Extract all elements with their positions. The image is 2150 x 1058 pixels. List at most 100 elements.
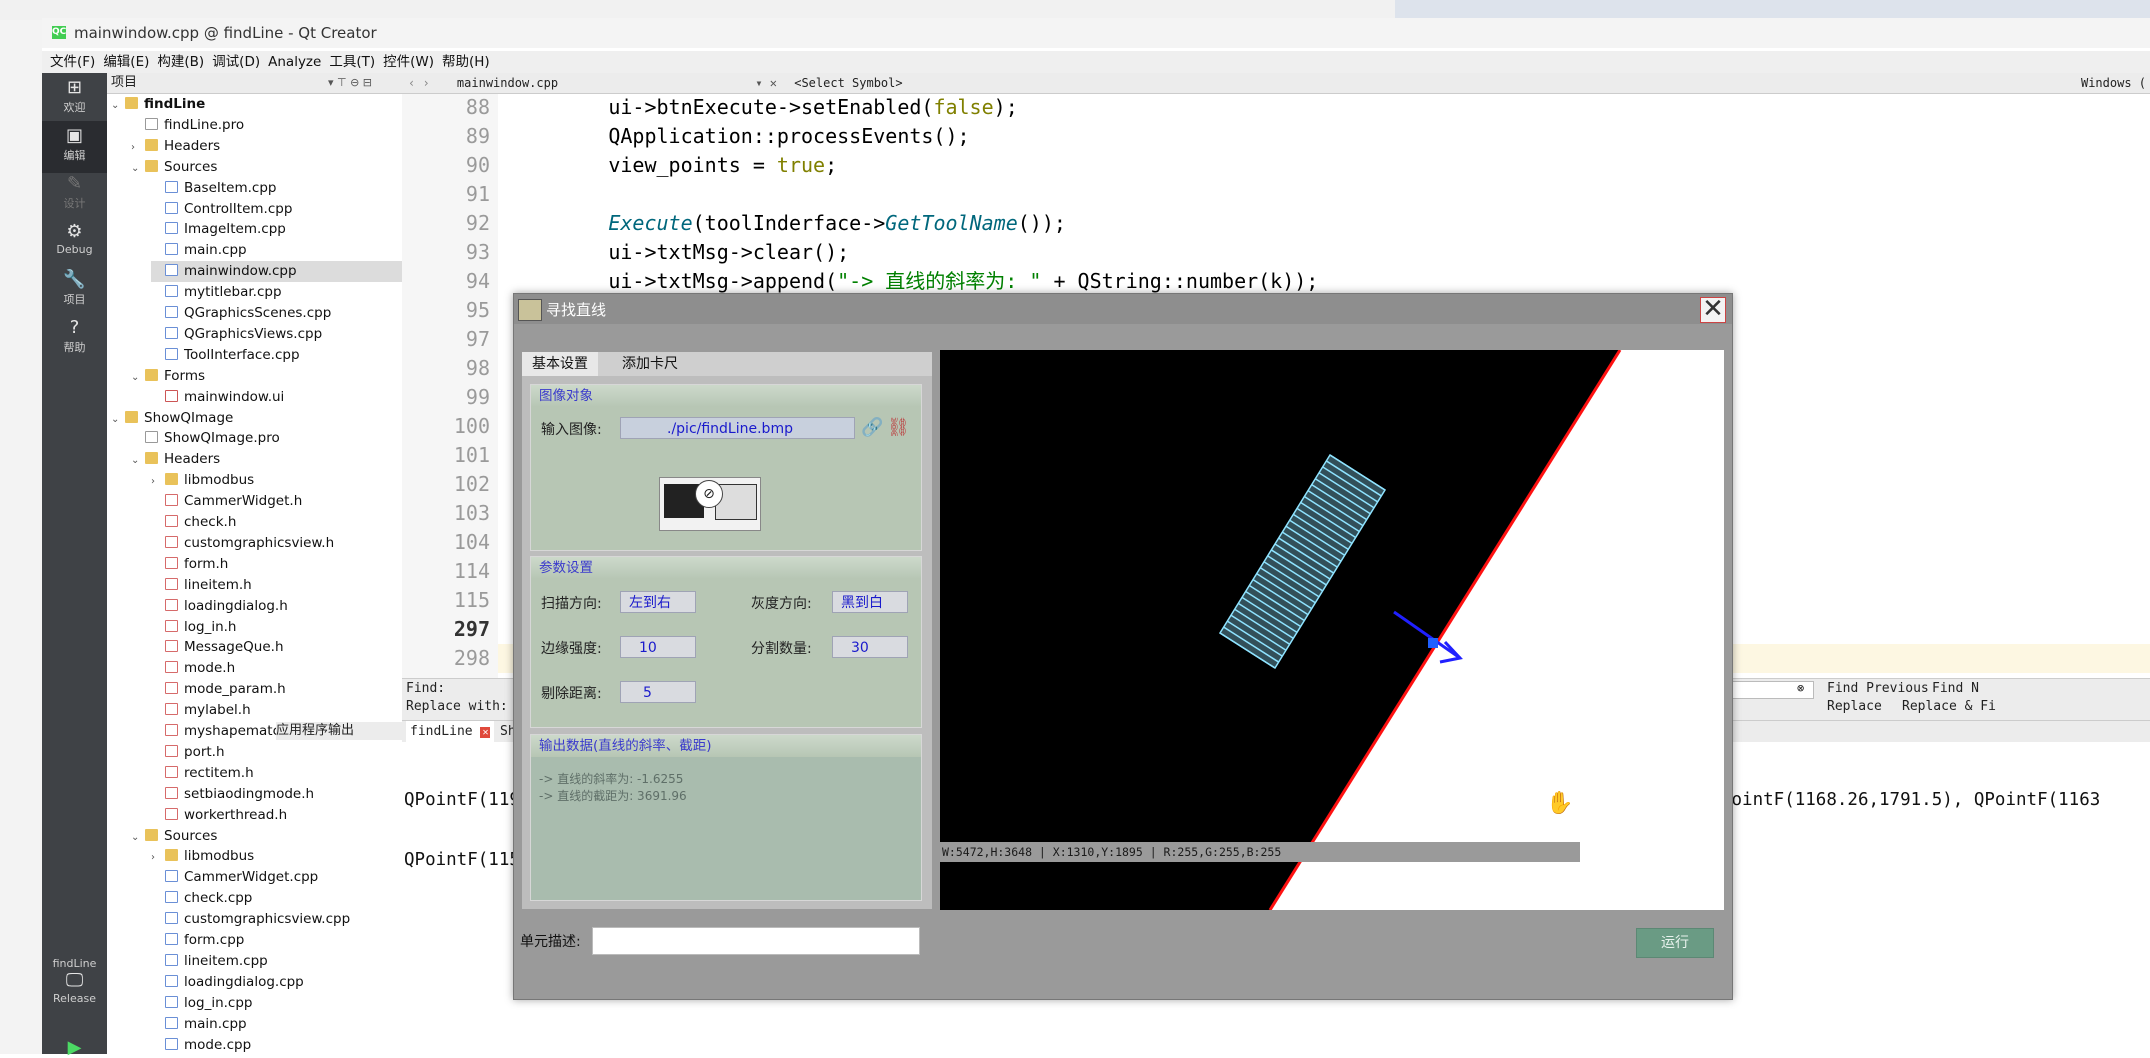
tree-item[interactable]: check.cpp — [151, 888, 402, 909]
tree-item[interactable]: ToolInterface.cpp — [151, 345, 402, 366]
mode-welcome[interactable]: ⊞ 欢迎 — [42, 73, 107, 125]
symbol-selector[interactable]: <Select Symbol> — [794, 76, 902, 90]
tree-item[interactable]: ⌄ findLine — [111, 94, 402, 115]
menu-item[interactable]: Analyze — [268, 51, 321, 73]
white-region — [1270, 350, 1724, 910]
mode-help[interactable]: ? 帮助 — [42, 313, 107, 365]
input-image-field[interactable]: ./pic/findLine.bmp — [620, 417, 855, 439]
tree-item[interactable]: loadingdialog.h — [151, 596, 402, 617]
clear-icon[interactable]: ⊗ — [1797, 681, 1804, 695]
tree-item[interactable]: CammerWidget.h — [151, 491, 402, 512]
nav-back-icon[interactable]: ‹ › — [408, 76, 430, 90]
unlink-icon[interactable]: ⛓ — [887, 417, 910, 438]
tree-item[interactable]: › Headers — [131, 136, 402, 157]
tree-item[interactable]: check.h — [151, 512, 402, 533]
tree-item[interactable]: ⌄ Sources — [131, 826, 402, 847]
output-tab-findline[interactable]: findLine ✕ — [406, 721, 495, 742]
expand-arrow-icon[interactable]: › — [151, 471, 165, 492]
kit-selector[interactable]: findLine 🖵 Release — [42, 957, 107, 1037]
link-icon[interactable]: 🔗 — [861, 417, 883, 438]
expand-arrow-icon[interactable]: ⌄ — [131, 450, 145, 471]
tree-item-label: check.h — [184, 514, 237, 530]
tree-item[interactable]: ImageItem.cpp — [151, 219, 402, 240]
menu-item[interactable]: 工具(T) — [329, 51, 375, 73]
tree-item[interactable]: lineitem.cpp — [151, 951, 402, 972]
expand-arrow-icon[interactable]: › — [151, 847, 165, 868]
tree-item[interactable]: QGraphicsViews.cpp — [151, 324, 402, 345]
expand-arrow-icon[interactable]: ⌄ — [131, 367, 145, 388]
tree-item[interactable]: customgraphicsview.h — [151, 533, 402, 554]
menu-item[interactable]: 文件(F) — [50, 51, 95, 73]
tree-item[interactable]: mode.cpp — [151, 1035, 402, 1055]
tree-item[interactable]: port.h — [151, 742, 402, 763]
run-button[interactable]: 运行 — [1636, 928, 1714, 958]
menu-item[interactable]: 编辑(E) — [103, 51, 149, 73]
close-icon[interactable]: ✕ — [1700, 296, 1726, 323]
edge-strength-spinbox[interactable]: 10 — [620, 636, 696, 658]
filter-icon[interactable]: ▾ ⊤ ⊖ ⊟ — [328, 73, 372, 93]
close-file-icon[interactable]: ▾ ✕ — [755, 76, 777, 90]
tree-item[interactable]: main.cpp — [151, 240, 402, 261]
expand-arrow-icon[interactable]: ⌄ — [131, 827, 145, 848]
replace-button[interactable]: Replace — [1827, 699, 1882, 714]
tree-item[interactable]: QGraphicsScenes.cpp — [151, 303, 402, 324]
expand-arrow-icon[interactable]: ⌄ — [131, 158, 145, 179]
image-view[interactable]: ✋ W:5472,H:3648 | X:1310,Y:1895 | R:255,… — [940, 350, 1724, 910]
tree-item[interactable]: MessageQue.h — [151, 637, 402, 658]
menu-item[interactable]: 调试(D) — [212, 51, 260, 73]
mode-debug[interactable]: ⚙ Debug — [42, 217, 107, 269]
tree-item[interactable]: ShowQImage.pro — [131, 428, 402, 449]
file-selector[interactable]: mainwindow.cpp — [457, 76, 558, 90]
tree-item[interactable]: findLine.pro — [131, 115, 402, 136]
tree-item[interactable]: form.h — [151, 554, 402, 575]
line-ending-selector[interactable]: Windows ( — [2081, 73, 2146, 93]
remove-distance-spinbox[interactable]: 5 — [620, 681, 696, 703]
tree-item[interactable]: ⌄ Sources — [131, 157, 402, 178]
tree-item[interactable]: mode.h — [151, 658, 402, 679]
tree-item[interactable]: ⌄ Forms — [131, 366, 402, 387]
split-count-spinbox[interactable]: 30 — [832, 636, 908, 658]
tab-basic-settings[interactable]: 基本设置 — [522, 352, 598, 376]
tree-item[interactable]: main.cpp — [151, 1014, 402, 1035]
run-icon[interactable]: ▶ — [42, 1037, 107, 1058]
tree-item[interactable]: mytitlebar.cpp — [151, 282, 402, 303]
caliper-handle[interactable] — [1428, 638, 1438, 648]
tree-item[interactable]: BaseItem.cpp — [151, 178, 402, 199]
unit-description-input[interactable] — [592, 927, 920, 955]
mode-edit[interactable]: ▣ 编辑 — [42, 121, 107, 173]
menu-item[interactable]: 帮助(H) — [442, 51, 490, 73]
gray-direction-select[interactable]: 黑到白 — [832, 591, 908, 613]
tree-item[interactable]: log_in.h — [151, 617, 402, 638]
tree-item[interactable]: mode_param.h — [151, 679, 402, 700]
scan-direction-select[interactable]: 左到右 — [620, 591, 696, 613]
tree-item[interactable]: rectitem.h — [151, 763, 402, 784]
tree-item[interactable]: loadingdialog.cpp — [151, 972, 402, 993]
expand-arrow-icon[interactable]: › — [131, 137, 145, 158]
tree-item[interactable]: setbiaodingmode.h — [151, 784, 402, 805]
tree-item[interactable]: ⌄ Headers — [131, 449, 402, 470]
tree-item[interactable]: workerthread.h — [151, 805, 402, 826]
menu-item[interactable]: 构建(B) — [157, 51, 204, 73]
tree-item[interactable]: mainwindow.cpp — [151, 261, 402, 283]
tree-item[interactable]: CammerWidget.cpp — [151, 867, 402, 888]
tree-item[interactable]: lineitem.h — [151, 575, 402, 596]
find-previous-button[interactable]: Find Previous — [1827, 681, 1929, 696]
tree-item[interactable]: › libmodbus — [151, 470, 402, 491]
close-icon[interactable]: ✕ — [480, 727, 491, 738]
menu-item[interactable]: 控件(W) — [383, 51, 434, 73]
replace-find-button[interactable]: Replace & Fi — [1902, 699, 1996, 714]
tree-item[interactable]: ControlItem.cpp — [151, 199, 402, 220]
tree-item[interactable]: form.cpp — [151, 930, 402, 951]
mode-projects[interactable]: 🔧 项目 — [42, 265, 107, 317]
tree-item[interactable]: ⌄ ShowQImage — [111, 408, 402, 429]
find-next-button[interactable]: Find N — [1932, 681, 1979, 696]
expand-arrow-icon[interactable]: ⌄ — [111, 95, 125, 116]
tree-item[interactable]: mainwindow.ui — [151, 387, 402, 408]
tree-item[interactable]: mylabel.h — [151, 700, 402, 721]
tree-item[interactable]: customgraphicsview.cpp — [151, 909, 402, 930]
tree-item[interactable]: › libmodbus — [151, 846, 402, 867]
expand-arrow-icon[interactable]: ⌄ — [111, 409, 125, 430]
tree-item[interactable]: log_in.cpp — [151, 993, 402, 1014]
tab-add-caliper[interactable]: 添加卡尺 — [612, 352, 688, 376]
mode-design[interactable]: ✎ 设计 — [42, 169, 107, 221]
